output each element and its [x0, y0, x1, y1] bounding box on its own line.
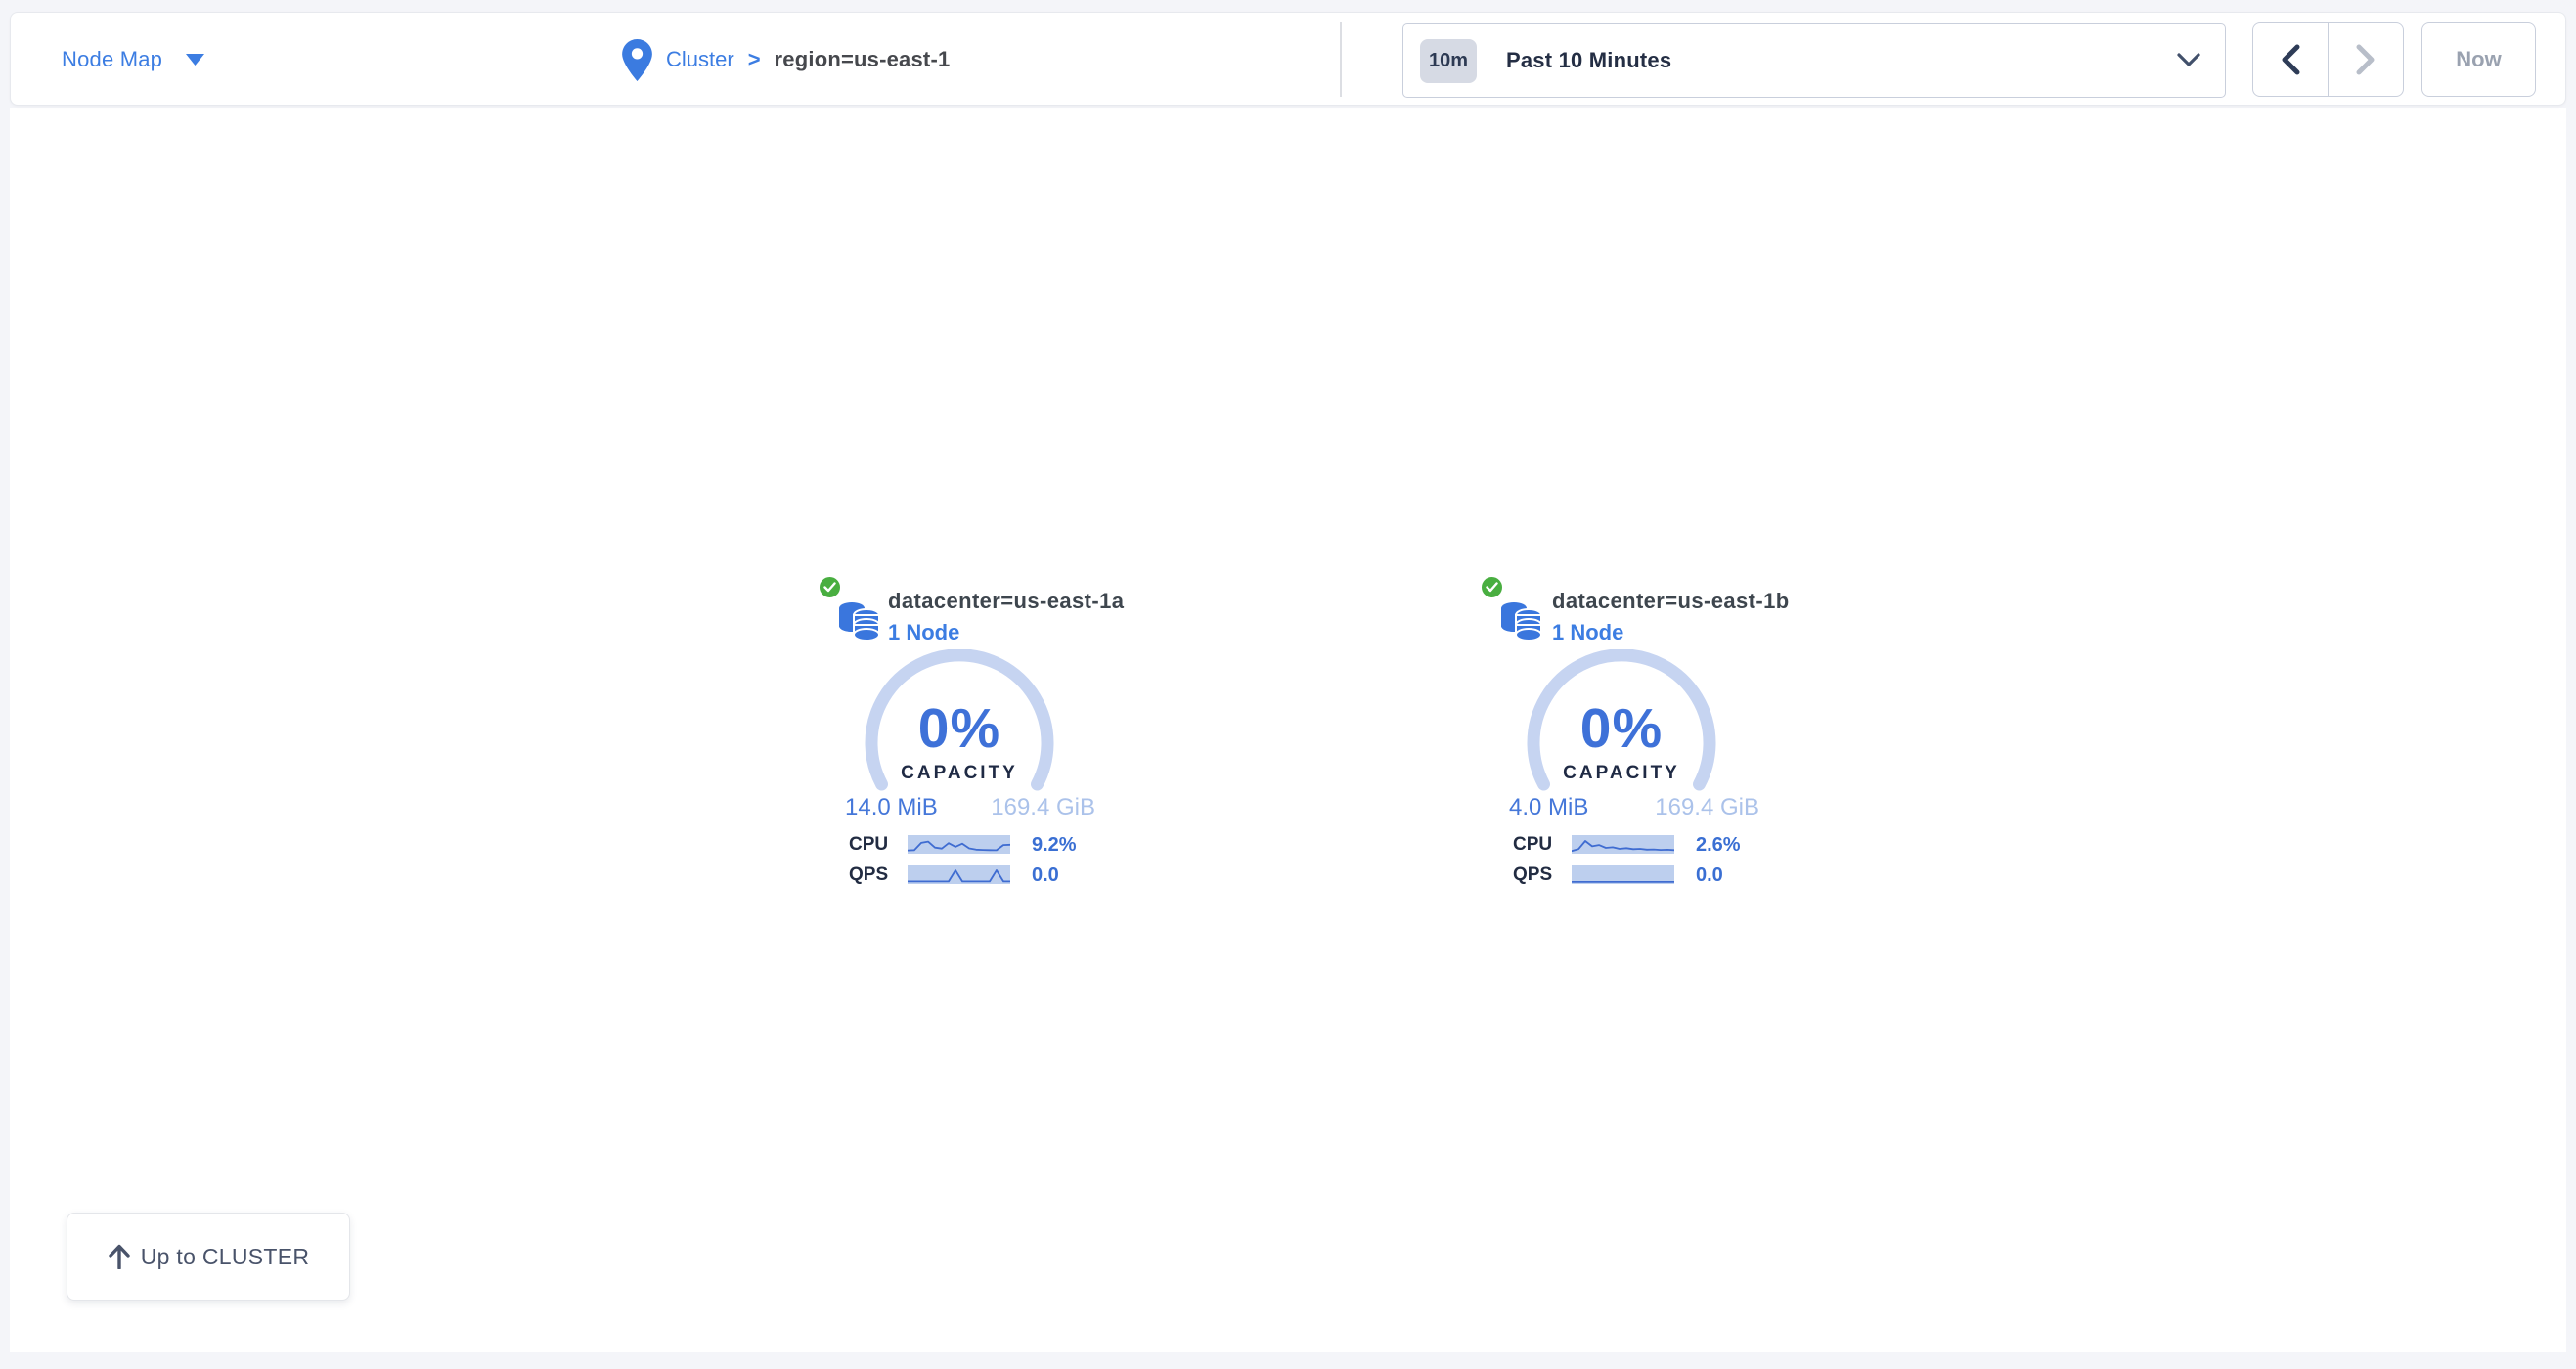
capacity-used: 14.0 MiB: [845, 794, 938, 821]
locality-database-icon: [837, 598, 882, 644]
qps-value: 0.0: [1696, 865, 1723, 885]
capacity-percent: 0%: [857, 696, 1062, 761]
capacity-values: 4.0 MiB 169.4 GiB: [1509, 794, 1759, 821]
node-map-canvas: datacenter=us-east-1a 1 Node 0% CAPACITY…: [10, 108, 2566, 1352]
caret-down-icon: [186, 54, 204, 66]
locality-node-count-link[interactable]: 1 Node: [1552, 620, 1623, 645]
breadcrumb-separator: >: [748, 47, 761, 72]
capacity-values: 14.0 MiB 169.4 GiB: [845, 794, 1095, 821]
breadcrumb-cluster-link[interactable]: Cluster: [666, 47, 734, 72]
qps-value: 0.0: [1032, 865, 1059, 885]
view-dropdown-label: Node Map: [62, 47, 162, 72]
next-time-button[interactable]: [2329, 23, 2404, 96]
cpu-sparkline: [1572, 835, 1674, 854]
status-healthy-icon: [818, 575, 842, 599]
qps-label: QPS: [849, 865, 888, 885]
capacity-gauge: 0% CAPACITY: [857, 649, 1062, 806]
capacity-total: 169.4 GiB: [991, 794, 1095, 821]
up-to-cluster-label: Up to CLUSTER: [141, 1244, 310, 1270]
locality-node-count-link[interactable]: 1 Node: [888, 620, 959, 645]
cpu-label: CPU: [849, 835, 888, 855]
next-arrow-icon: [2356, 44, 2376, 75]
time-range-select[interactable]: 10m Past 10 Minutes: [1402, 23, 2226, 98]
breadcrumb-current: region=us-east-1: [775, 47, 951, 72]
capacity-used: 4.0 MiB: [1509, 794, 1588, 821]
qps-sparkline: [908, 865, 1010, 884]
location-pin-icon: [622, 39, 652, 81]
prev-arrow-icon: [2281, 44, 2300, 75]
time-step-buttons: [2252, 22, 2404, 97]
chevron-down-icon: [2176, 52, 2201, 67]
capacity-total: 169.4 GiB: [1655, 794, 1759, 821]
qps-label: QPS: [1513, 865, 1552, 885]
status-healthy-icon: [1480, 575, 1504, 599]
time-range-badge: 10m: [1420, 39, 1477, 83]
locality-database-icon: [1499, 598, 1544, 644]
locality-title: datacenter=us-east-1a: [888, 589, 1124, 614]
header-divider: [1340, 22, 1342, 97]
locality-title: datacenter=us-east-1b: [1552, 589, 1790, 614]
prev-time-button[interactable]: [2253, 23, 2329, 96]
cpu-label: CPU: [1513, 835, 1552, 855]
up-arrow-icon: [108, 1244, 131, 1269]
capacity-label: CAPACITY: [857, 763, 1062, 784]
up-to-cluster-button[interactable]: Up to CLUSTER: [67, 1213, 350, 1301]
capacity-label: CAPACITY: [1519, 763, 1724, 784]
capacity-percent: 0%: [1519, 696, 1724, 761]
cpu-value: 2.6%: [1696, 835, 1741, 855]
cpu-sparkline: [908, 835, 1010, 854]
qps-sparkline: [1572, 865, 1674, 884]
breadcrumb: Cluster > region=us-east-1: [622, 13, 950, 107]
capacity-gauge: 0% CAPACITY: [1519, 649, 1724, 806]
time-range-label: Past 10 Minutes: [1506, 48, 1671, 73]
header-bar: Node Map Cluster > region=us-east-1 10m …: [10, 12, 2566, 106]
cpu-value: 9.2%: [1032, 835, 1077, 855]
view-dropdown[interactable]: Node Map: [62, 13, 204, 107]
now-button[interactable]: Now: [2421, 22, 2536, 97]
